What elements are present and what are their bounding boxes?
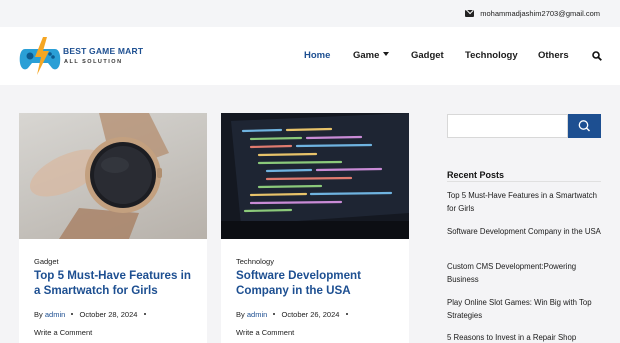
post-author[interactable]: admin [45,310,65,319]
search-icon [578,120,590,132]
top-bar: mohammadjashim2703@gmail.com [0,0,620,27]
nav-others[interactable]: Others [538,50,569,61]
search-icon[interactable] [592,51,602,61]
recent-post-link[interactable]: Play Online Slot Games: Win Big with Top… [447,297,601,322]
site-header: BEST GAME MART ALL SOLUTION Home Game Ga… [0,27,620,85]
recent-post-link[interactable]: Custom CMS Development:Powering Business [447,261,601,286]
nav-home[interactable]: Home [304,50,330,61]
email-text[interactable]: mohammadjashim2703@gmail.com [480,9,600,18]
post-author[interactable]: admin [247,310,267,319]
chevron-down-icon [383,52,390,56]
divider [447,181,601,182]
recent-post-link[interactable]: Top 5 Must-Have Features in a Smartwatch… [447,190,601,215]
code-screen-image [221,113,409,239]
post-meta: By admin October 28, 2024 [34,310,150,319]
post-title[interactable]: Top 5 Must-Have Features in a Smartwatch… [34,268,199,298]
contact-email[interactable]: mohammadjashim2703@gmail.com [465,9,600,18]
sidebar-search-input[interactable] [447,114,568,138]
nav-gadget[interactable]: Gadget [411,50,444,61]
post-thumbnail[interactable] [19,113,207,239]
meta-separator [345,313,348,315]
meta-separator [71,313,74,315]
nav-game[interactable]: Game [353,50,390,61]
post-title[interactable]: Software Development Company in the USA [236,268,401,298]
main-nav: Home Game Gadget Technology Others [0,50,620,64]
nav-technology[interactable]: Technology [465,50,518,61]
post-card: Technology Software Development Company … [221,113,409,343]
post-category[interactable]: Gadget [34,257,59,266]
meta-by: By [34,310,43,319]
meta-by: By [236,310,245,319]
post-meta: By admin October 26, 2024 [236,310,352,319]
meta-separator [273,313,276,315]
post-date[interactable]: October 26, 2024 [281,310,339,319]
post-thumbnail[interactable] [221,113,409,239]
recent-posts-heading: Recent Posts [447,170,505,180]
recent-post-link[interactable]: Software Development Company in the USA [447,226,601,239]
mail-icon [465,10,475,17]
post-card: Gadget Top 5 Must-Have Features in a Sma… [19,113,207,343]
sidebar-search-button[interactable] [568,114,601,138]
write-comment-link[interactable]: Write a Comment [34,328,92,337]
post-date[interactable]: October 28, 2024 [79,310,137,319]
nav-game-label: Game [353,50,380,61]
smartwatch-image [29,113,169,239]
recent-post-link[interactable]: 5 Reasons to Invest in a Repair Shop [447,332,601,343]
write-comment-link[interactable]: Write a Comment [236,328,294,337]
post-category[interactable]: Technology [236,257,274,266]
meta-separator [143,313,146,315]
